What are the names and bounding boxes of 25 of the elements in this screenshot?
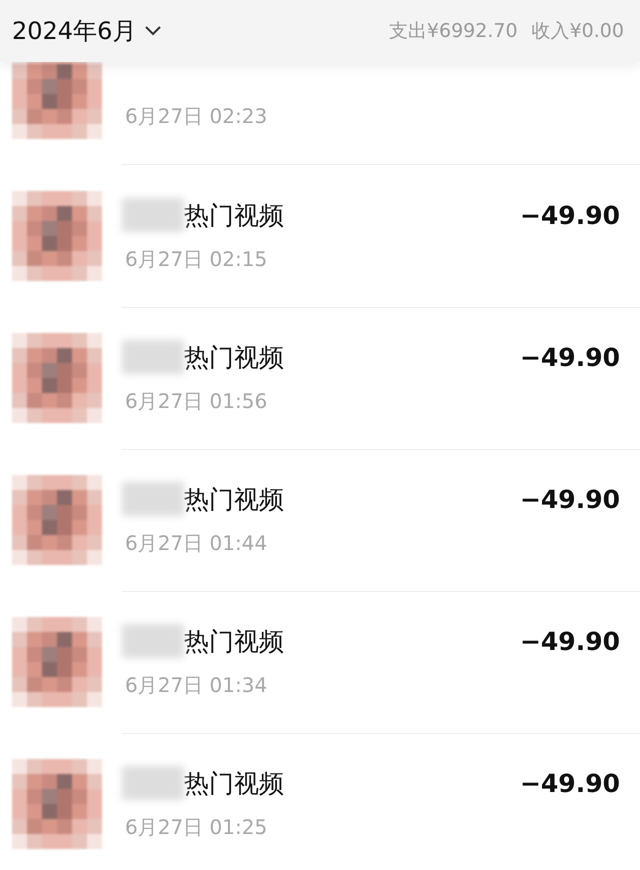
month-picker[interactable]: 2024年6月 bbox=[12, 15, 162, 47]
income-total: 收入¥0.00 bbox=[532, 19, 624, 44]
transaction-title: 热门视频 bbox=[184, 626, 284, 658]
transaction-title: 热门视频 bbox=[184, 484, 284, 516]
transaction-time: 6月27日 02:23 bbox=[124, 103, 268, 130]
transaction-title: 热门视频 bbox=[184, 768, 284, 800]
redacted-blur bbox=[122, 340, 184, 374]
transaction-amount: −49.90 bbox=[520, 484, 620, 514]
redacted-blur bbox=[122, 482, 184, 516]
transaction-title: 热门视频 bbox=[184, 200, 284, 232]
chevron-down-icon bbox=[144, 25, 162, 37]
transaction-amount: −49.90 bbox=[520, 768, 620, 798]
transaction-time: 6月27日 01:56 bbox=[124, 388, 268, 415]
redacted-blur bbox=[122, 624, 184, 658]
transaction-time: 6月27日 01:34 bbox=[124, 672, 268, 699]
transaction-time: 6月27日 02:15 bbox=[124, 246, 268, 273]
transaction-title: 热门视频 bbox=[184, 342, 284, 374]
redacted-blur bbox=[122, 766, 184, 800]
transaction-amount: −49.90 bbox=[520, 626, 620, 656]
redacted-blur bbox=[122, 198, 184, 232]
transaction-time: 6月27日 01:25 bbox=[124, 814, 268, 841]
transaction-amount: −49.90 bbox=[520, 200, 620, 230]
expense-total: 支出¥6992.70 bbox=[388, 19, 518, 44]
transaction-amount: −49.90 bbox=[520, 342, 620, 372]
transaction-time: 6月27日 01:44 bbox=[124, 530, 268, 557]
